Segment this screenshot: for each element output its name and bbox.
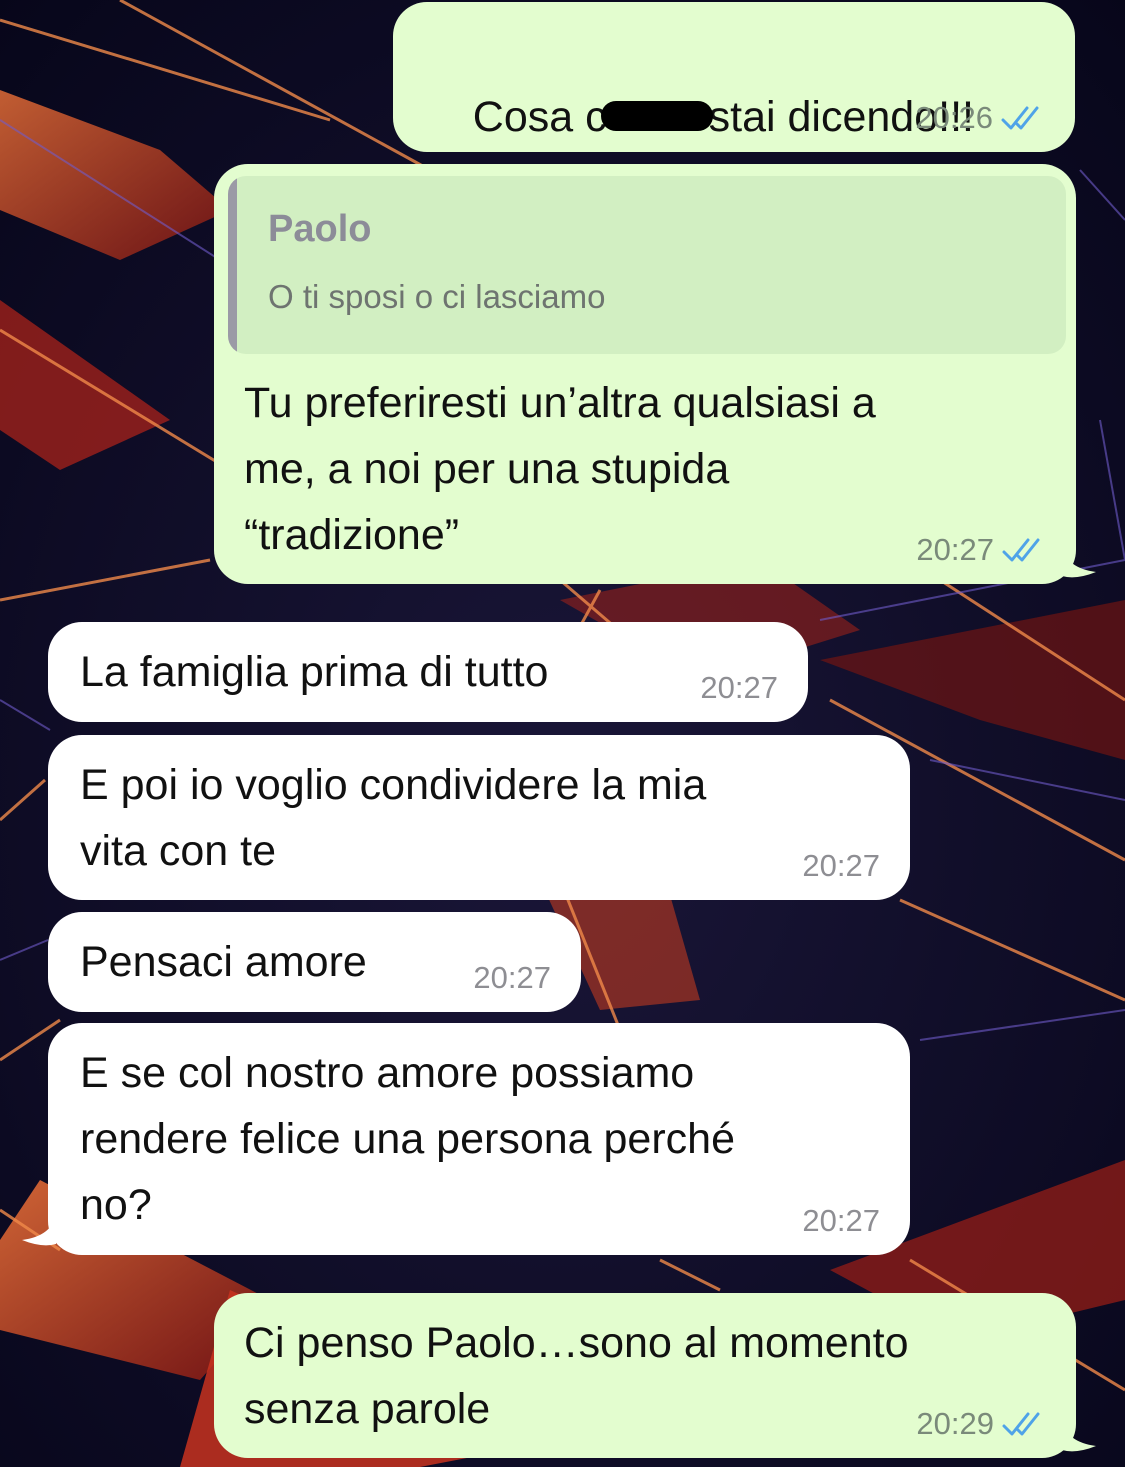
message-text: Pensaci amore bbox=[80, 938, 367, 986]
bubble-tail bbox=[1062, 1420, 1096, 1452]
message-text: Ci penso Paolo…sono al momento senza par… bbox=[244, 1319, 909, 1433]
message-bubble-incoming[interactable]: Pensaci amore 20:27 bbox=[48, 912, 581, 1012]
message-time: 20:27 bbox=[916, 532, 994, 567]
message-time: 20:27 bbox=[802, 848, 880, 883]
message-bubble-outgoing[interactable]: Cosa c stai dicendo!!! 20:26 bbox=[393, 2, 1075, 152]
bubble-tail bbox=[22, 1214, 56, 1246]
quote-bar bbox=[228, 176, 237, 354]
message-text: Tu preferiresti un’altra qualsiasi a me,… bbox=[244, 379, 876, 559]
quoted-reply[interactable]: Paolo O ti sposi o ci lasciamo bbox=[228, 176, 1066, 354]
message-bubble-incoming[interactable]: E se col nostro amore possiamo rendere f… bbox=[48, 1023, 910, 1255]
message-bubble-incoming[interactable]: La famiglia prima di tutto 20:27 bbox=[48, 622, 808, 722]
message-time: 20:27 bbox=[473, 960, 551, 995]
message-meta: 20:29 bbox=[916, 1406, 1048, 1442]
quoted-sender-name: Paolo bbox=[268, 208, 372, 250]
double-check-icon bbox=[1002, 1412, 1040, 1436]
message-text: E se col nostro amore possiamo rendere f… bbox=[80, 1049, 735, 1229]
message-time: 20:26 bbox=[915, 100, 993, 135]
message-bubble-incoming[interactable]: E poi io voglio condividere la mia vita … bbox=[48, 735, 910, 900]
message-text: E poi io voglio condividere la mia vita … bbox=[80, 761, 707, 875]
message-time: 20:27 bbox=[802, 1203, 880, 1238]
message-meta: 20:27 bbox=[916, 532, 1048, 568]
message-meta: 20:27 bbox=[700, 670, 778, 706]
message-bubble-outgoing[interactable]: Paolo O ti sposi o ci lasciamo Tu prefer… bbox=[214, 164, 1076, 584]
message-meta: 20:27 bbox=[802, 1203, 880, 1239]
message-meta: 20:27 bbox=[473, 960, 551, 996]
double-check-icon bbox=[1001, 106, 1039, 130]
quoted-message-text: O ti sposi o ci lasciamo bbox=[268, 278, 606, 315]
message-meta: 20:26 bbox=[915, 100, 1047, 136]
message-meta: 20:27 bbox=[802, 848, 880, 884]
message-text: La famiglia prima di tutto bbox=[80, 648, 549, 696]
double-check-icon bbox=[1002, 538, 1040, 562]
message-bubble-outgoing[interactable]: Ci penso Paolo…sono al momento senza par… bbox=[214, 1293, 1076, 1458]
message-time: 20:27 bbox=[700, 670, 778, 705]
message-time: 20:29 bbox=[916, 1406, 994, 1441]
redaction-mark bbox=[600, 100, 713, 131]
bubble-tail bbox=[1062, 546, 1096, 578]
